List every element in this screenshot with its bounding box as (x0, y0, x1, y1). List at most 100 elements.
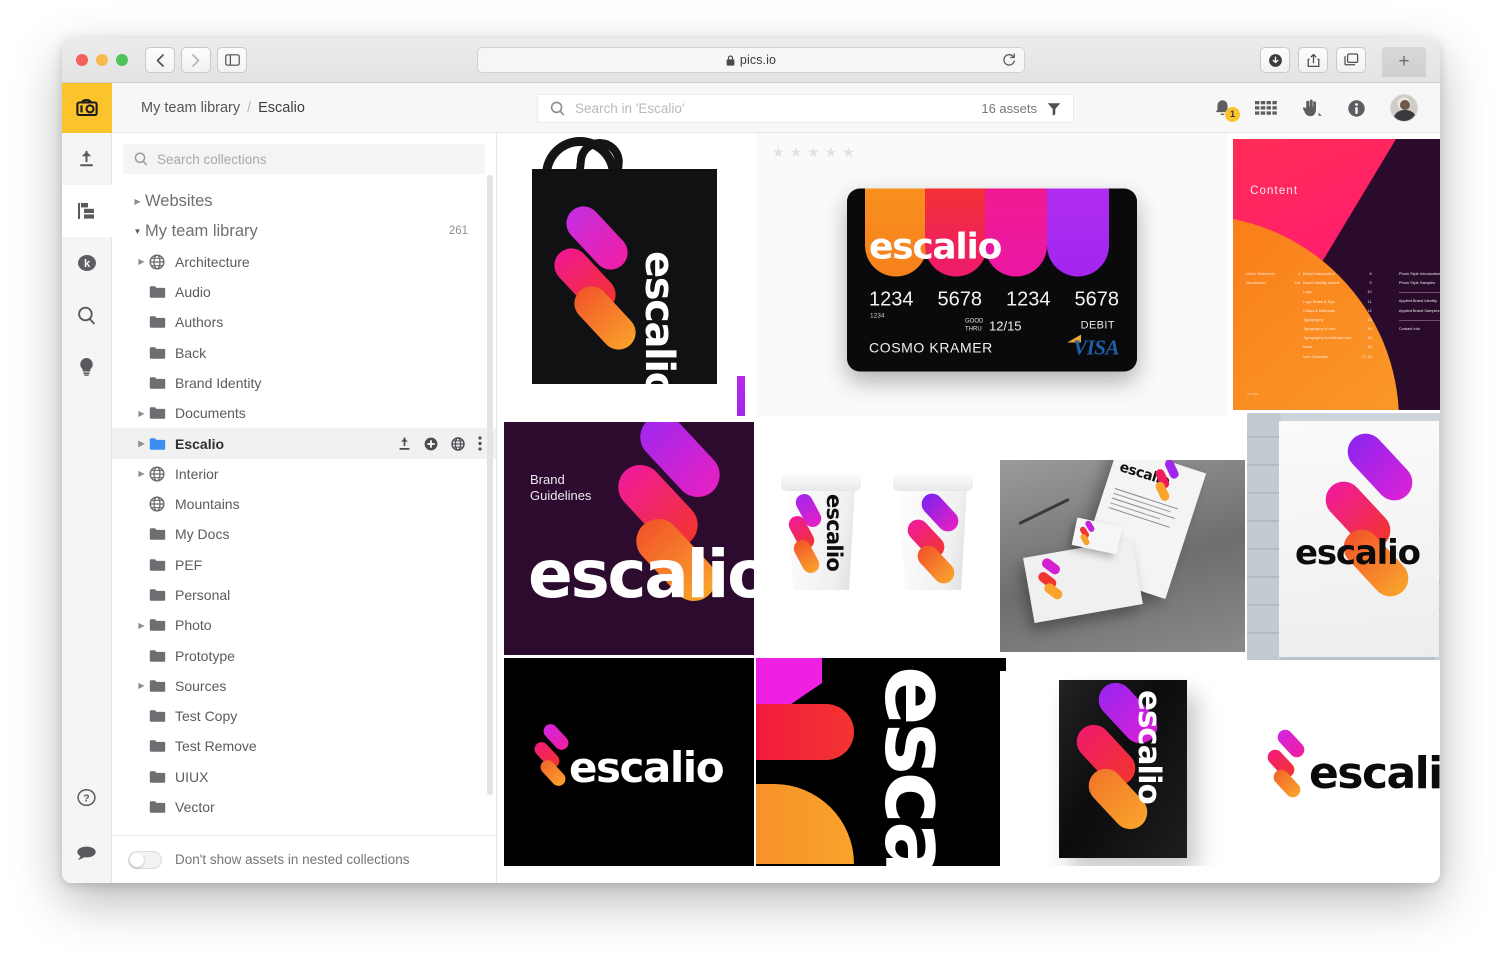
collection-item-my-docs[interactable]: My Docs (112, 519, 496, 549)
rail-item-search[interactable] (62, 289, 112, 341)
avatar[interactable] (1390, 94, 1418, 122)
collection-item-escalio[interactable]: ▶ Escalio (112, 428, 496, 459)
collection-item-documents[interactable]: ▶ Documents (112, 398, 496, 428)
chevron-right-icon[interactable]: ▶ (134, 439, 149, 448)
add-circle-icon[interactable] (424, 437, 438, 451)
collection-item-uiux[interactable]: UIUX (112, 762, 496, 792)
asset-tile-logo-large[interactable]: escalio (756, 658, 1006, 866)
collection-item-websites[interactable]: ▶ Websites (112, 186, 496, 216)
picsio-logo[interactable] (62, 83, 112, 133)
collection-item-pef[interactable]: PEF (112, 550, 496, 580)
back-button[interactable] (145, 47, 175, 73)
minimize-window-button[interactable] (96, 54, 108, 66)
collection-item-sources[interactable]: ▶ Sources (112, 671, 496, 701)
asset-tile-tote-bag[interactable]: escalio (504, 133, 754, 416)
asset-tile-pouch[interactable]: escalio (1000, 671, 1245, 866)
nested-assets-toggle[interactable] (128, 850, 162, 869)
chevron-right-icon[interactable]: ▶ (130, 197, 145, 206)
collection-item-audio[interactable]: Audio (112, 277, 496, 307)
chevron-right-icon[interactable]: ▶ (134, 469, 149, 478)
asset-tile-coffee-cups[interactable]: escalio (756, 422, 1006, 655)
brand-guidelines-image: Brand Guidelines escalio (504, 422, 754, 655)
maximize-window-button[interactable] (116, 54, 128, 66)
download-icon[interactable] (1260, 47, 1290, 73)
close-window-button[interactable] (76, 54, 88, 66)
collection-item-back[interactable]: Back (112, 337, 496, 367)
star-5[interactable]: ★ (842, 145, 855, 159)
select-mode-button[interactable] (1301, 99, 1323, 118)
forward-button[interactable] (181, 47, 211, 73)
collection-item-test-copy[interactable]: Test Copy (112, 701, 496, 731)
collection-item-interior[interactable]: ▶ Interior (112, 459, 496, 489)
chevron-right-icon[interactable]: ▶ (134, 681, 149, 690)
chevron-right-icon[interactable]: ▶ (134, 409, 149, 418)
asset-tile-billboard[interactable]: escalio (1247, 413, 1440, 660)
breadcrumb-root[interactable]: My team library (141, 100, 240, 116)
toc-entry-page: 8 (1369, 271, 1372, 277)
chevron-right-icon[interactable]: ▶ (134, 257, 149, 266)
more-vertical-icon[interactable] (478, 436, 482, 451)
globe-icon (149, 254, 175, 270)
info-circle-icon (1348, 99, 1365, 117)
collection-item-label: My Docs (175, 526, 230, 543)
reload-icon[interactable] (1002, 52, 1016, 73)
rail-item-chat[interactable] (62, 823, 112, 883)
address-bar[interactable]: pics.io (477, 47, 1025, 73)
rail-item-keywords[interactable]: k (62, 237, 112, 289)
star-4[interactable]: ★ (825, 145, 838, 159)
rail-item-collections[interactable] (62, 185, 112, 237)
star-3[interactable]: ★ (807, 145, 820, 159)
share-icon[interactable] (1298, 47, 1328, 73)
collection-item-personal[interactable]: Personal (112, 580, 496, 610)
asset-tile-stationery[interactable]: escalio (1000, 422, 1245, 667)
collection-item-mountains[interactable]: Mountains (112, 489, 496, 519)
collection-item-prototype[interactable]: Prototype (112, 640, 496, 670)
card-good-thru-label: GOOD THRU (965, 318, 984, 333)
collection-item-vector[interactable]: Vector (112, 792, 496, 822)
pouch-package: escalio (1058, 679, 1187, 858)
collection-item-brand-identity[interactable]: Brand Identity (112, 368, 496, 398)
collections-search[interactable]: Search collections (123, 144, 485, 174)
rail-item-upload[interactable] (62, 133, 112, 185)
rail-item-inspiration[interactable] (62, 341, 112, 393)
card-number-group-4: 5678 (1074, 288, 1120, 311)
tab-overview-icon[interactable] (1336, 47, 1366, 73)
star-2[interactable]: ★ (790, 145, 803, 159)
asset-tile-brand-guidelines[interactable]: Brand Guidelines escalio (504, 422, 754, 655)
asset-tile-content-slide[interactable]: Content Vision Statement 4 Moodboard 5-6 Br… (1230, 133, 1440, 416)
collection-item-authors[interactable]: Authors (112, 307, 496, 337)
chevron-right-icon[interactable]: ▶ (134, 621, 149, 630)
view-switch-button[interactable] (1255, 100, 1277, 116)
escalio-logo-mark (1076, 519, 1096, 547)
window-controls[interactable] (76, 54, 128, 66)
rail-item-help[interactable]: ? (62, 771, 112, 823)
toc-entry-title: Applied Brand Identity (1398, 298, 1437, 304)
info-button[interactable] (1347, 99, 1366, 118)
asset-search-input[interactable]: Search in 'Escalio' (575, 101, 971, 116)
collection-item-test-remove[interactable]: Test Remove (112, 731, 496, 761)
collection-item-photo[interactable]: ▶ Photo (112, 610, 496, 640)
asset-search-bar[interactable]: Search in 'Escalio' 16 assets (537, 94, 1074, 123)
collections-scrollbar[interactable] (487, 175, 493, 795)
star-1[interactable]: ★ (772, 145, 785, 159)
toc-entry-page: 12 (1367, 307, 1372, 313)
new-tab-button[interactable]: + (1382, 47, 1426, 77)
sidebar-toggle-icon[interactable] (217, 47, 247, 73)
chevron-down-icon[interactable]: ▼ (130, 227, 145, 236)
collection-item-my-team-library[interactable]: ▼ My team library 261 (112, 216, 496, 246)
collections-search-input[interactable]: Search collections (157, 152, 267, 167)
collection-item-architecture[interactable]: ▶ Architecture (112, 247, 496, 277)
folder-icon (149, 285, 175, 299)
filter-funnel-icon[interactable] (1047, 102, 1061, 116)
notifications-button[interactable]: 1 (1214, 99, 1240, 122)
nested-assets-toggle-row[interactable]: Don't show assets in nested collections (112, 835, 496, 883)
collection-item-label: Audio (175, 284, 211, 301)
upload-icon[interactable] (398, 436, 411, 451)
collection-row-actions (398, 436, 496, 451)
asset-tile-credit-card[interactable]: ★ ★ ★ ★ ★ escalio 1234 5678 1234 5678 12… (756, 133, 1228, 416)
asset-tile-logo-light[interactable]: escalio (1247, 662, 1440, 866)
breadcrumb-current[interactable]: Escalio (258, 100, 305, 116)
rating-stars[interactable]: ★ ★ ★ ★ ★ (772, 145, 855, 159)
asset-tile-logo-dark[interactable]: escalio (504, 658, 754, 866)
globe-icon[interactable] (451, 436, 465, 451)
